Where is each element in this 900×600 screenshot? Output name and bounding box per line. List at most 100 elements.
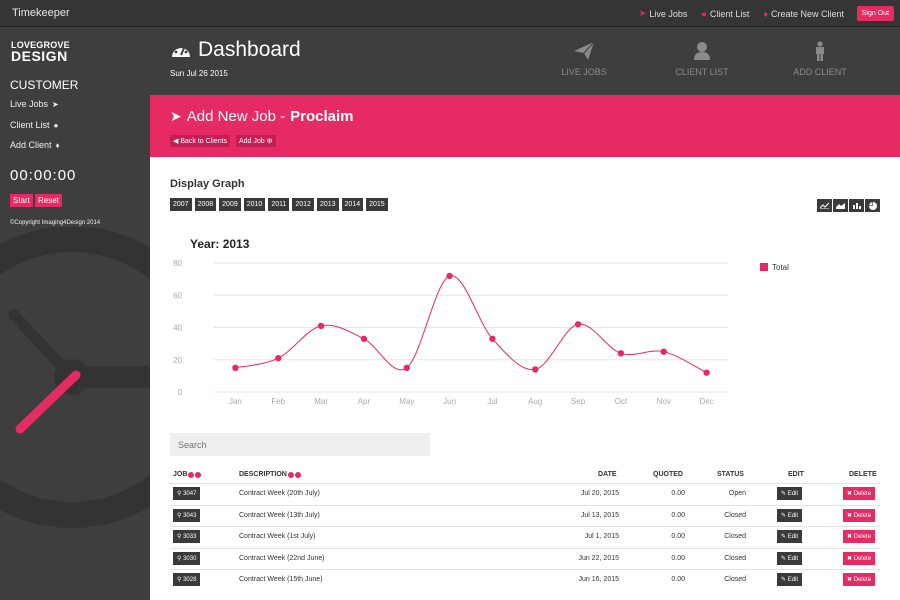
sign-out-button[interactable]: Sign Out bbox=[856, 6, 894, 21]
close-icon: ✖ bbox=[847, 555, 853, 562]
logo-line2: DESIGN bbox=[11, 47, 68, 64]
data-point bbox=[617, 350, 625, 357]
top-nav: ➤ Live Jobs ● Client List ♦ Create New C… bbox=[639, 8, 844, 19]
job-view-button[interactable]: ⚲ 3043 bbox=[173, 508, 201, 522]
job-quoted: 0.00 bbox=[671, 533, 685, 541]
year-button[interactable]: 2015 bbox=[366, 198, 388, 211]
year-button[interactable]: 2010 bbox=[243, 198, 266, 211]
search-input[interactable] bbox=[170, 433, 430, 456]
edit-button[interactable]: ✎ Edit bbox=[777, 508, 803, 522]
edit-button[interactable]: ✎ Edit bbox=[777, 530, 803, 544]
search-icon: ⚲ bbox=[177, 491, 182, 497]
x-tick-label: Mar bbox=[314, 397, 328, 406]
quick-label: LIVE JOBS bbox=[561, 67, 607, 77]
banner-title: ➤ Add New Job - Proclaim bbox=[170, 108, 354, 125]
sidebar-item-label: Add Client bbox=[10, 140, 52, 150]
delete-button[interactable]: ✖ Delete bbox=[843, 487, 876, 500]
edit-button[interactable]: ✎ Edit bbox=[777, 551, 803, 565]
year-selector: 2007 2008 2009 2010 2011 2012 2013 2014 … bbox=[170, 198, 388, 211]
sort-icon[interactable] bbox=[287, 471, 294, 478]
data-point bbox=[703, 369, 710, 376]
pie-chart-icon[interactable] bbox=[865, 199, 880, 212]
column-header-delete: DELETE bbox=[849, 471, 877, 478]
add-job-button[interactable]: Add Job ⊕ bbox=[236, 135, 276, 147]
data-point bbox=[660, 348, 667, 355]
delete-label: Delete bbox=[853, 491, 872, 497]
year-button[interactable]: 2012 bbox=[292, 198, 314, 211]
job-quoted: 0.00 bbox=[671, 511, 685, 519]
top-nav-create-new-client[interactable]: ♦ Create New Client bbox=[763, 8, 844, 19]
sort-icon[interactable] bbox=[294, 471, 301, 478]
job-view-button[interactable]: ⚲ 3047 bbox=[173, 487, 201, 500]
edit-button[interactable]: ✎ Edit bbox=[777, 573, 803, 587]
job-view-button[interactable]: ⚲ 3028 bbox=[173, 573, 201, 587]
timer-reset-button[interactable]: Reset bbox=[35, 194, 62, 207]
delete-label: Delete bbox=[853, 534, 872, 541]
quick-add-client[interactable]: ADD CLIENT bbox=[780, 41, 860, 77]
job-view-button[interactable]: ⚲ 3030 bbox=[173, 551, 201, 565]
data-point bbox=[232, 364, 239, 372]
column-header-status[interactable]: STATUS bbox=[717, 471, 744, 478]
delete-button[interactable]: ✖ Delete bbox=[843, 508, 876, 522]
column-header-job[interactable]: JOB bbox=[173, 471, 202, 478]
area-chart-icon[interactable] bbox=[833, 199, 848, 212]
table-row: ⚲ 3047 Contract Week (20th July) Jul 20, 2… bbox=[170, 483, 880, 504]
user-icon: ● bbox=[701, 8, 707, 19]
x-tick-label: Aug bbox=[528, 397, 542, 406]
x-tick-label: Nov bbox=[657, 397, 671, 406]
job-view-button[interactable]: ⚲ 3033 bbox=[173, 530, 201, 544]
edit-label: Edit bbox=[787, 534, 799, 541]
column-header-date[interactable]: DATE bbox=[598, 471, 617, 478]
button-label: Back to Clients bbox=[180, 138, 228, 145]
job-number: 3030 bbox=[183, 555, 197, 562]
year-button[interactable]: 2008 bbox=[194, 198, 217, 211]
year-button[interactable]: 2009 bbox=[219, 198, 241, 211]
sort-icon[interactable] bbox=[195, 471, 202, 478]
edit-button[interactable]: ✎ Edit bbox=[777, 487, 803, 500]
paper-plane-icon: ➤ bbox=[52, 99, 59, 109]
top-nav-live-jobs[interactable]: ➤ Live Jobs bbox=[639, 8, 688, 19]
top-bar: Timekeeper ➤ Live Jobs ● Client List ♦ C… bbox=[0, 0, 900, 27]
top-nav-client-list[interactable]: ● Client List bbox=[701, 8, 749, 19]
job-description: Contract Week (20th July) bbox=[239, 490, 320, 497]
delete-label: Delete bbox=[853, 555, 872, 562]
timer-start-button[interactable]: Start bbox=[10, 194, 33, 207]
table-row: ⚲ 3043 Contract Week (13th July) Jul 13, 2… bbox=[170, 504, 880, 526]
sort-icon[interactable] bbox=[188, 471, 195, 478]
column-header-quoted[interactable]: QUOTED bbox=[653, 471, 683, 478]
x-tick-label: Sep bbox=[571, 397, 586, 406]
data-point bbox=[403, 364, 410, 372]
paper-plane-icon: ➤ bbox=[638, 8, 647, 18]
quick-live-jobs[interactable]: LIVE JOBS bbox=[544, 41, 624, 77]
sidebar-item-add-client[interactable]: Add Client ♦ bbox=[10, 140, 60, 150]
quick-label: ADD CLIENT bbox=[793, 67, 847, 77]
column-header-description[interactable]: DESCRIPTION bbox=[239, 471, 301, 478]
job-date: Jul 1, 2015 bbox=[584, 533, 619, 541]
year-button[interactable]: 2007 bbox=[170, 198, 192, 211]
close-icon: ✖ bbox=[847, 491, 853, 497]
data-point bbox=[317, 322, 325, 330]
year-button[interactable]: 2011 bbox=[268, 198, 290, 211]
sidebar-item-client-list[interactable]: Client List ● bbox=[10, 120, 58, 130]
job-date: Jul 13, 2015 bbox=[580, 511, 619, 519]
delete-button[interactable]: ✖ Delete bbox=[843, 573, 876, 587]
line-chart-icon[interactable] bbox=[817, 199, 832, 212]
delete-label: Delete bbox=[853, 577, 872, 584]
delete-button[interactable]: ✖ Delete bbox=[843, 530, 876, 544]
job-status: Closed bbox=[724, 576, 746, 584]
app-brand[interactable]: Timekeeper bbox=[12, 7, 70, 19]
legend-label: Total bbox=[772, 263, 789, 272]
bar-chart-icon[interactable] bbox=[849, 199, 864, 212]
quick-client-list[interactable]: CLIENT LIST bbox=[662, 41, 742, 77]
logo[interactable]: LOVEGROVE DESIGN bbox=[11, 41, 70, 63]
table-row: ⚲ 3030 Contract Week (22nd June) Jun 22, 2… bbox=[170, 547, 880, 569]
edit-label: Edit bbox=[787, 512, 799, 519]
sidebar-item-live-jobs[interactable]: Live Jobs ➤ bbox=[10, 99, 59, 109]
delete-button[interactable]: ✖ Delete bbox=[843, 551, 876, 565]
pencil-icon: ✎ bbox=[781, 577, 787, 584]
year-button[interactable]: 2014 bbox=[341, 198, 364, 211]
back-to-clients-button[interactable]: ◀ Back to Clients bbox=[170, 135, 231, 147]
person-icon: ♦ bbox=[55, 140, 60, 150]
year-button[interactable]: 2013 bbox=[316, 198, 339, 211]
page-header: Dashboard Sun Jul 26 2015 LIVE JOBS CLIE… bbox=[150, 27, 900, 95]
